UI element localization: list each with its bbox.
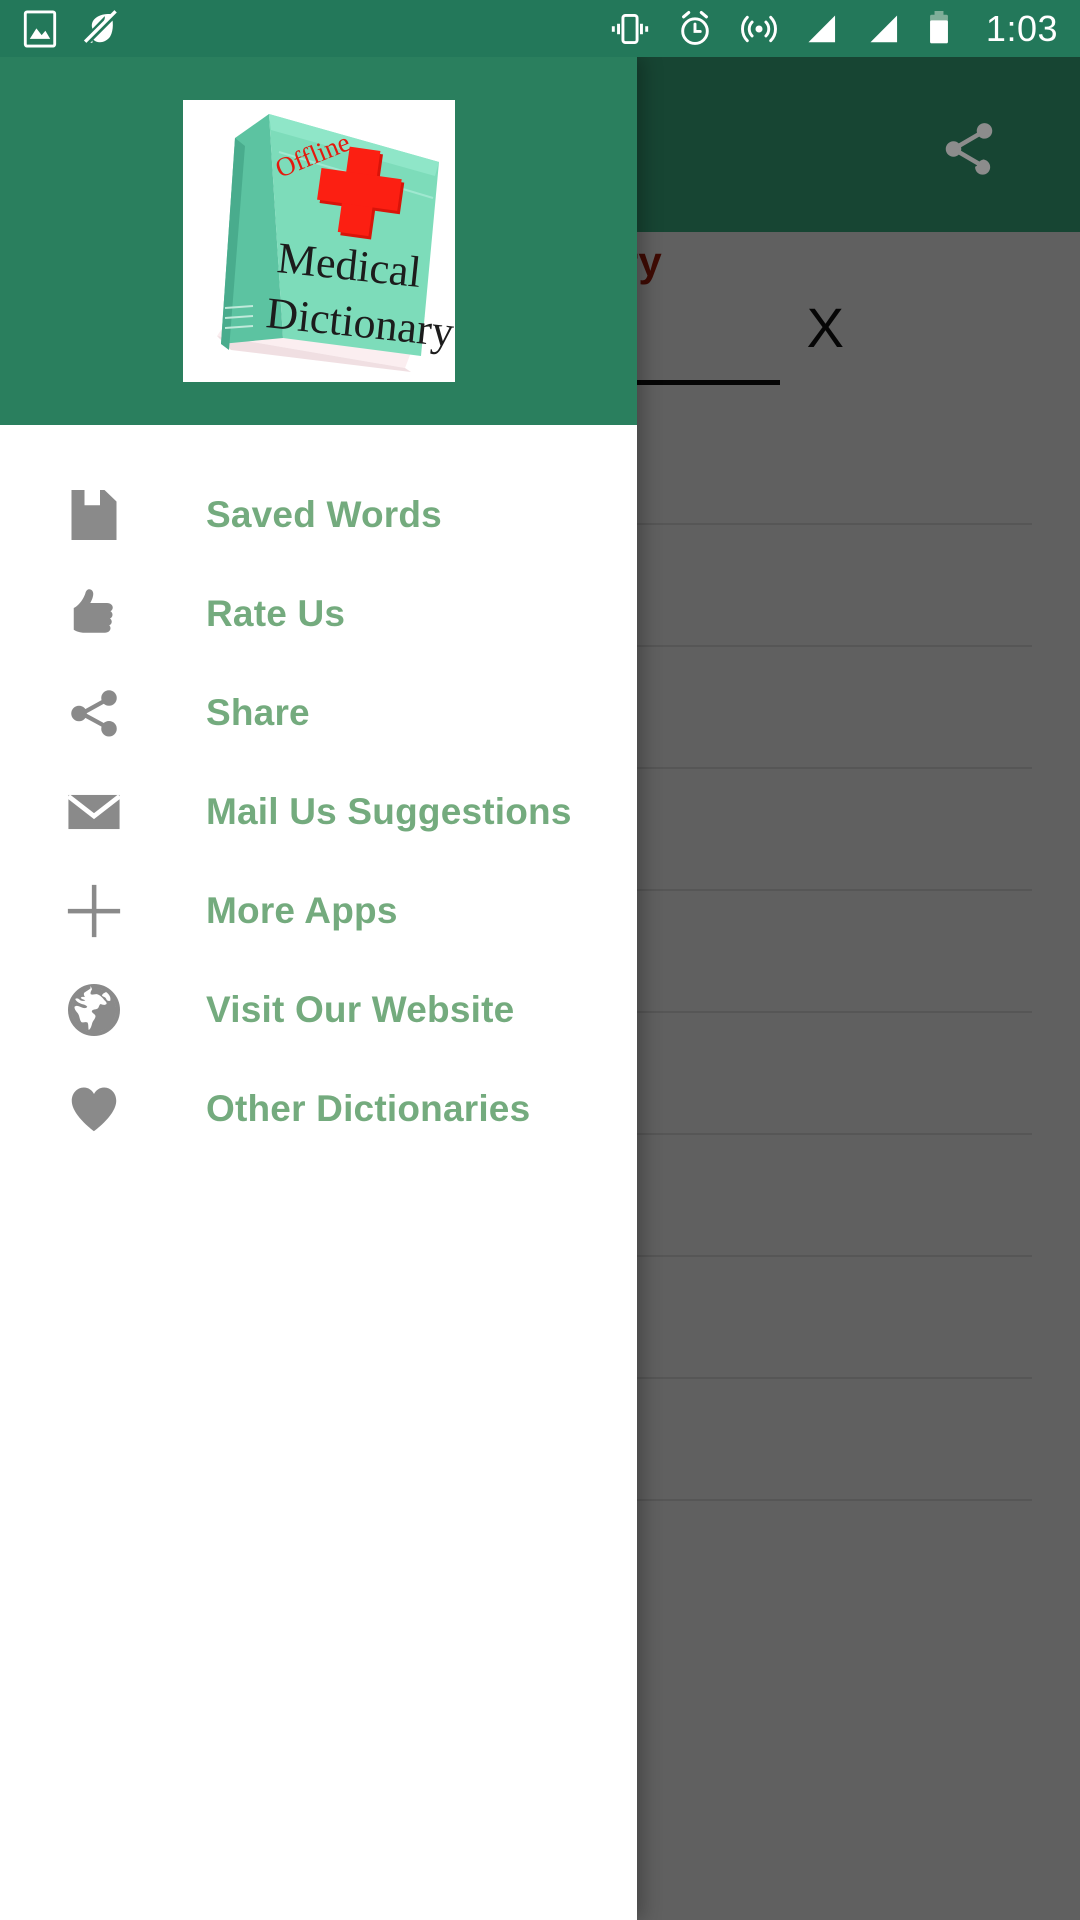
- drawer-menu-list: Saved Words Rate Us Share Mail Us Sugges…: [0, 425, 637, 1158]
- globe-icon: [58, 976, 130, 1044]
- app-logo: Offline Medical Dictionary: [182, 100, 455, 382]
- status-bar-right-icons: 1:03: [608, 8, 1058, 50]
- drawer-item-label: Saved Words: [206, 493, 442, 535]
- mail-icon: [58, 778, 130, 846]
- drawer-item-label: Mail Us Suggestions: [206, 790, 572, 832]
- alarm-icon: [681, 10, 709, 45]
- share-icon: [58, 679, 130, 747]
- status-bar: 1:03: [0, 0, 1080, 57]
- medical-dictionary-book-icon: Offline Medical Dictionary: [216, 114, 455, 372]
- plus-icon: [58, 877, 130, 945]
- thumbs-up-icon: [58, 580, 130, 648]
- drawer-item-label: Rate Us: [206, 592, 346, 634]
- save-icon: [58, 481, 130, 549]
- drawer-item-more-apps[interactable]: More Apps: [0, 861, 637, 960]
- drawer-item-label: Share: [206, 691, 310, 733]
- drawer-item-mail-us-suggestions[interactable]: Mail Us Suggestions: [0, 762, 637, 861]
- status-bar-clock: 1:03: [985, 7, 1058, 49]
- signal-sim2-icon: [870, 14, 897, 42]
- drawer-item-other-dictionaries[interactable]: Other Dictionaries: [0, 1059, 637, 1158]
- data-saver-off-icon: [83, 9, 119, 45]
- drawer-item-saved-words[interactable]: Saved Words: [0, 465, 637, 564]
- drawer-item-label: More Apps: [206, 889, 398, 931]
- vibrate-icon: [611, 13, 649, 44]
- status-bar-left-icons: [22, 9, 124, 49]
- drawer-item-share[interactable]: Share: [0, 663, 637, 762]
- heart-icon: [58, 1075, 130, 1143]
- drawer-item-visit-our-website[interactable]: Visit Our Website: [0, 960, 637, 1059]
- drawer-item-label: Other Dictionaries: [206, 1087, 531, 1129]
- signal-sim1-icon: [808, 14, 835, 42]
- drawer-item-rate-us[interactable]: Rate Us: [0, 564, 637, 663]
- app-screen: s Dictionary X: [0, 0, 1080, 1920]
- drawer-header: Offline Medical Dictionary: [0, 57, 637, 425]
- navigation-drawer: Offline Medical Dictionary Saved Words R…: [0, 57, 637, 1920]
- hotspot-icon: [740, 15, 777, 42]
- drawer-item-label: Visit Our Website: [206, 988, 515, 1030]
- battery-icon: [929, 10, 948, 43]
- screenshot-icon: [23, 9, 57, 48]
